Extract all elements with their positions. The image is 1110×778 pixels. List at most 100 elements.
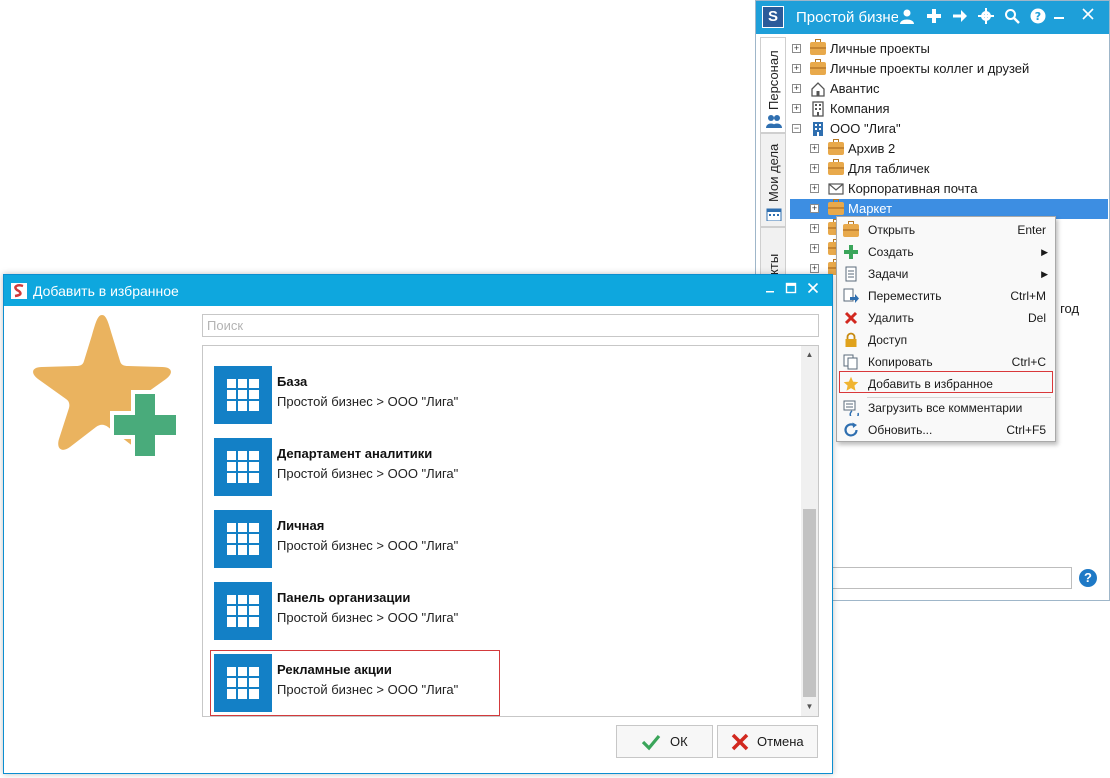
table-icon [214,366,272,424]
scroll-down-icon[interactable]: ▼ [801,700,818,714]
app-logo-icon: S [762,6,784,28]
list-item[interactable]: База Простой бизнес > ООО "Лига" [214,366,774,424]
tree-item[interactable]: + Личные проекты [790,39,1108,59]
menu-item-highlight-box [839,371,1053,393]
cancel-button-label: Отмена [757,734,804,749]
plus-icon [843,244,859,260]
list-item-path: Простой бизнес > ООО "Лига" [277,538,459,553]
app-logo-icon [11,283,27,299]
user-icon[interactable] [898,8,916,26]
expand-icon[interactable]: + [792,104,801,113]
list-item-title: Департамент аналитики [277,446,433,461]
menu-item-label: Копировать [868,355,933,369]
menu-item-label: Доступ [868,333,908,347]
menu-item-label: Переместить [868,289,942,303]
menu-item-refresh[interactable]: Обновить... Ctrl+F5 [838,419,1054,441]
dialog-titlebar: Добавить в избранное [4,275,832,306]
people-icon [766,114,782,128]
briefcase-icon [828,159,844,175]
arrow-right-icon[interactable] [951,8,969,26]
add-to-favorites-dialog: Добавить в избранное База Простой бизнес… [3,274,833,774]
menu-item-tasks[interactable]: Задачи ▶ [838,263,1054,285]
menu-item-label: Обновить... [868,423,933,437]
search-icon[interactable] [1003,8,1021,26]
tree-item-label: Личные проекты коллег и друзей [830,61,1030,76]
list-item-title: Личная [277,518,325,533]
ok-button[interactable]: ОК [616,725,713,758]
favorites-list: База Простой бизнес > ООО "Лига" Департа… [202,345,819,717]
menu-item-create[interactable]: Создать ▶ [838,241,1054,263]
scrollbar[interactable]: ▲ ▼ [801,346,818,716]
tree-item-label: Для табличек [848,161,930,176]
tree-item-label: Личные проекты [830,41,930,56]
close-button[interactable] [1078,6,1098,26]
expand-icon[interactable]: + [810,144,819,153]
expand-icon[interactable]: + [810,224,819,233]
menu-item-shortcut: Ctrl+F5 [1006,423,1046,437]
expand-icon[interactable]: + [810,204,819,213]
maximize-button[interactable] [782,281,800,299]
minimize-button[interactable] [761,281,779,299]
cancel-button[interactable]: Отмена [717,725,818,758]
tab-my-tasks[interactable]: Мои дела [760,133,786,227]
help-icon[interactable]: ? [1079,569,1097,587]
calendar-icon [766,207,782,222]
gear-icon[interactable] [977,8,995,26]
menu-item-copy[interactable]: Копировать Ctrl+C [838,351,1054,373]
tree-item[interactable]: + Компания [790,99,1108,119]
minimize-button[interactable] [1050,7,1068,25]
menu-item-move[interactable]: Переместить Ctrl+M [838,285,1054,307]
help-icon[interactable]: ? [1029,8,1047,26]
tree-item[interactable]: + Архив 2 [790,139,1108,159]
tree-item[interactable]: + Для табличек [790,159,1108,179]
menu-item-label: Загрузить все комментарии [868,401,1023,415]
svg-text:?: ? [1035,10,1041,23]
tab-personnel-label: Персонал [766,50,781,110]
expand-icon[interactable]: + [810,244,819,253]
briefcase-icon [828,199,844,215]
tab-my-tasks-label: Мои дела [766,143,781,202]
ok-button-label: ОК [670,734,688,749]
scrollbar-thumb[interactable] [803,509,816,697]
expand-icon[interactable]: + [792,84,801,93]
table-icon [214,582,272,640]
list-item[interactable]: Департамент аналитики Простой бизнес > О… [214,438,774,496]
add-icon[interactable] [925,8,943,26]
scroll-up-icon[interactable]: ▲ [801,348,818,362]
app-search-input[interactable] [830,567,1072,589]
menu-item-label: Задачи [868,267,909,281]
menu-item-shortcut: Del [1027,311,1046,325]
tree-item[interactable]: + Корпоративная почта [790,179,1108,199]
list-item[interactable]: Панель организации Простой бизнес > ООО … [214,582,774,640]
tree-item[interactable]: − ООО "Лига" [790,119,1108,139]
expand-icon[interactable]: + [792,44,801,53]
tree-item[interactable]: + Авантис [790,79,1108,99]
favorite-star-plus-icon [24,309,184,469]
expand-icon[interactable]: + [810,184,819,193]
menu-item-open[interactable]: Открыть Enter [838,219,1054,241]
search-input[interactable] [202,314,819,337]
document-icon [843,266,859,282]
expand-icon[interactable]: + [792,64,801,73]
app-title: Простой бизнес [796,9,898,26]
list-item-path: Простой бизнес > ООО "Лига" [277,466,459,481]
submenu-arrow-icon: ▶ [1041,247,1048,257]
list-item[interactable]: Личная Простой бизнес > ООО "Лига" [214,510,774,568]
dialog-title: Добавить в избранное [33,283,179,299]
house-icon [810,81,826,97]
tree-item-label: Архив 2 [848,141,896,156]
list-item-highlight-box [210,650,500,716]
collapse-icon[interactable]: − [792,124,801,133]
menu-item-access[interactable]: Доступ [838,329,1054,351]
tree-item[interactable]: + Личные проекты коллег и друзей [790,59,1108,79]
table-icon [214,438,272,496]
tree-item-label: Авантис [830,81,880,96]
expand-icon[interactable]: + [810,164,819,173]
list-item-title: База [277,374,308,389]
menu-item-load-comments[interactable]: Загрузить все комментарии [838,397,1054,420]
close-button[interactable] [804,281,822,299]
tab-personnel[interactable]: Персонал [760,37,786,133]
building-icon [810,101,826,117]
menu-item-delete[interactable]: Удалить Del [838,307,1054,329]
expand-icon[interactable]: + [810,264,819,273]
